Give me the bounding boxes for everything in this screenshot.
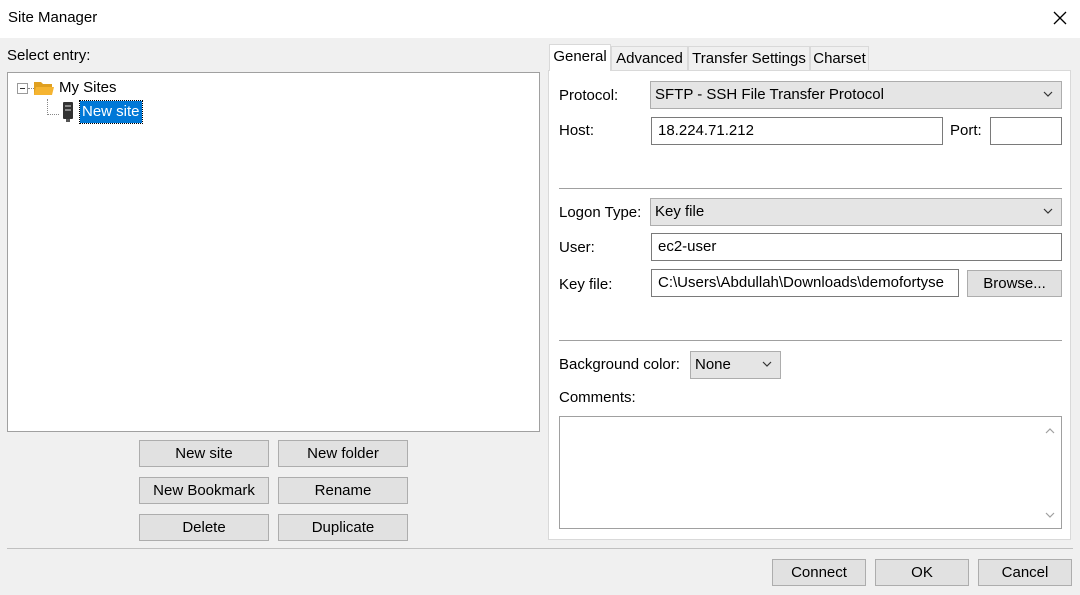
user-input[interactable]: ec2-user — [651, 233, 1062, 261]
new-bookmark-button[interactable]: New Bookmark — [139, 477, 269, 504]
server-icon — [63, 102, 73, 122]
title-bar: Site Manager — [0, 0, 1080, 38]
scroll-down-icon[interactable] — [1044, 511, 1056, 519]
chevron-down-icon — [1043, 91, 1053, 97]
tree-connector — [47, 114, 59, 115]
tree-connector — [47, 99, 48, 115]
tab-transfer-settings[interactable]: Transfer Settings — [688, 46, 810, 71]
protocol-select[interactable]: SFTP - SSH File Transfer Protocol — [650, 81, 1062, 109]
rename-button[interactable]: Rename — [278, 477, 408, 504]
comments-label: Comments: — [559, 389, 636, 406]
footer-separator — [7, 548, 1073, 549]
tab-advanced[interactable]: Advanced — [611, 46, 688, 71]
key-file-label: Key file: — [559, 276, 613, 293]
select-entry-label: Select entry: — [7, 47, 91, 64]
duplicate-button[interactable]: Duplicate — [278, 514, 408, 541]
protocol-label: Protocol: — [559, 87, 619, 104]
delete-button[interactable]: Delete — [139, 514, 269, 541]
window-title: Site Manager — [8, 9, 98, 26]
tab-general[interactable]: General — [549, 44, 611, 71]
background-color-value: None — [695, 356, 731, 373]
new-folder-button[interactable]: New folder — [278, 440, 408, 467]
chevron-down-icon — [1043, 208, 1053, 214]
site-tree[interactable]: My Sites New site — [7, 72, 540, 432]
host-label: Host: — [559, 122, 595, 139]
folder-open-icon — [34, 82, 54, 95]
tab-charset[interactable]: Charset — [810, 46, 869, 71]
cancel-button[interactable]: Cancel — [978, 559, 1072, 586]
scroll-up-icon[interactable] — [1044, 427, 1056, 435]
logon-type-label: Logon Type: — [559, 204, 642, 221]
browse-button[interactable]: Browse... — [967, 270, 1062, 297]
connect-button[interactable]: Connect — [772, 559, 866, 586]
tree-item-my-sites[interactable]: My Sites — [59, 79, 117, 96]
user-label: User: — [559, 239, 595, 256]
collapse-toggle-icon[interactable] — [17, 83, 28, 94]
port-label: Port: — [950, 122, 982, 139]
protocol-value: SFTP - SSH File Transfer Protocol — [655, 86, 884, 103]
ok-button[interactable]: OK — [875, 559, 969, 586]
host-input[interactable]: 18.224.71.212 — [651, 117, 943, 145]
logon-type-select[interactable]: Key file — [650, 198, 1062, 226]
logon-type-value: Key file — [655, 203, 705, 220]
comments-textarea[interactable] — [559, 416, 1062, 529]
chevron-down-icon — [762, 361, 772, 367]
separator — [559, 340, 1062, 341]
new-site-button[interactable]: New site — [139, 440, 269, 467]
port-input[interactable] — [990, 117, 1062, 145]
key-file-input[interactable]: C:\Users\Abdullah\Downloads\demofortyse — [651, 269, 959, 297]
tree-item-new-site[interactable]: New site — [79, 100, 143, 124]
background-color-label: Background color: — [559, 356, 680, 373]
close-icon[interactable] — [1046, 4, 1074, 32]
background-color-select[interactable]: None — [690, 351, 781, 379]
separator — [559, 188, 1062, 189]
